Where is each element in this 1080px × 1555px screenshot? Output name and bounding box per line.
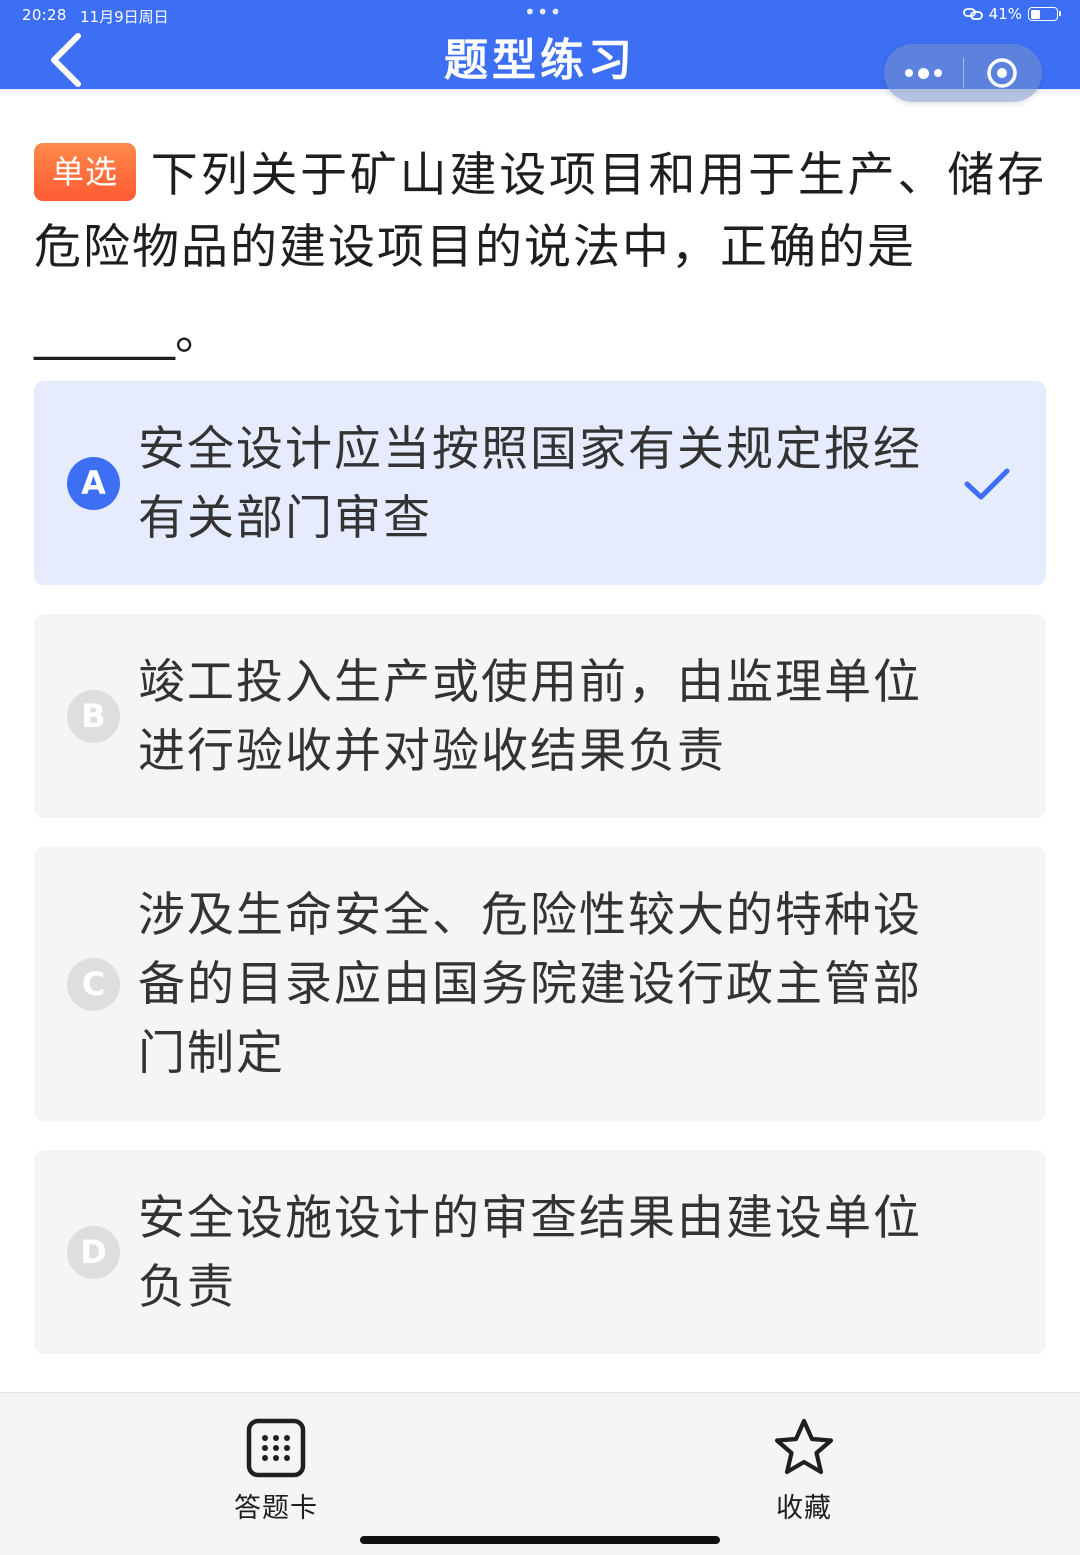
target-circle-icon <box>987 58 1017 88</box>
option-a[interactable]: A 安全设计应当按照国家有关规定报经有关部门审查 <box>34 381 1046 585</box>
more-dots-icon <box>905 69 913 77</box>
option-text: 涉及生命安全、危险性较大的特种设备的目录应由国务院建设行政主管部门制定 <box>138 888 922 1081</box>
option-text: 安全设施设计的审查结果由建设单位负责 <box>138 1191 922 1315</box>
mini-program-capsule <box>884 44 1042 102</box>
question-blank: ______。 <box>34 306 222 361</box>
close-button[interactable] <box>986 57 1018 89</box>
more-button[interactable] <box>884 44 963 102</box>
option-c[interactable]: C 涉及生命安全、危险性较大的特种设备的目录应由国务院建设行政主管部门制定 <box>34 847 1046 1121</box>
option-d[interactable]: D 安全设施设计的审查结果由建设单位负责 <box>34 1150 1046 1354</box>
option-letter: A <box>67 457 120 510</box>
more-dot <box>934 69 942 77</box>
answer-card-button[interactable]: 答题卡 <box>206 1418 346 1525</box>
capsule-divider <box>963 58 964 88</box>
link-icon <box>962 8 983 20</box>
battery-fill <box>1030 9 1041 19</box>
favorite-button[interactable]: 收藏 <box>734 1418 874 1525</box>
favorite-label: 收藏 <box>776 1493 832 1524</box>
status-time: 20:28 <box>22 6 67 24</box>
option-letter: C <box>67 958 120 1011</box>
more-dot <box>918 67 929 79</box>
checkmark-icon <box>964 468 1010 500</box>
option-text: 安全设计应当按照国家有关规定报经有关部门审查 <box>138 422 922 546</box>
status-date: 11月9日周日 <box>80 8 169 26</box>
option-b[interactable]: B 竣工投入生产或使用前，由监理单位进行验收并对验收结果负责 <box>34 614 1046 818</box>
question-text: 下列关于矿山建设项目和用于生产、储存危险物品的建设项目的说法中，正确的是 <box>34 148 1046 275</box>
home-indicator[interactable] <box>360 1536 720 1544</box>
star-outline-icon <box>774 1418 834 1475</box>
question-type-badge: 单选 <box>34 143 137 201</box>
answer-card-label: 答题卡 <box>234 1493 318 1524</box>
grid-dots-icon <box>246 1418 306 1478</box>
option-letter: D <box>67 1226 120 1279</box>
bottom-toolbar <box>0 1392 1080 1555</box>
battery-percent: 41% <box>988 5 1022 23</box>
option-letter: B <box>67 690 120 743</box>
question-stem: 单选 下列关于矿山建设项目和用于生产、储存危险物品的建设项目的说法中，正确的是 <box>34 140 1046 284</box>
option-text: 竣工投入生产或使用前，由监理单位进行验收并对验收结果负责 <box>138 655 922 779</box>
multitask-dots-icon[interactable]: ••• <box>524 2 562 22</box>
status-right: 41% <box>962 5 1061 23</box>
battery-icon <box>1028 7 1061 21</box>
